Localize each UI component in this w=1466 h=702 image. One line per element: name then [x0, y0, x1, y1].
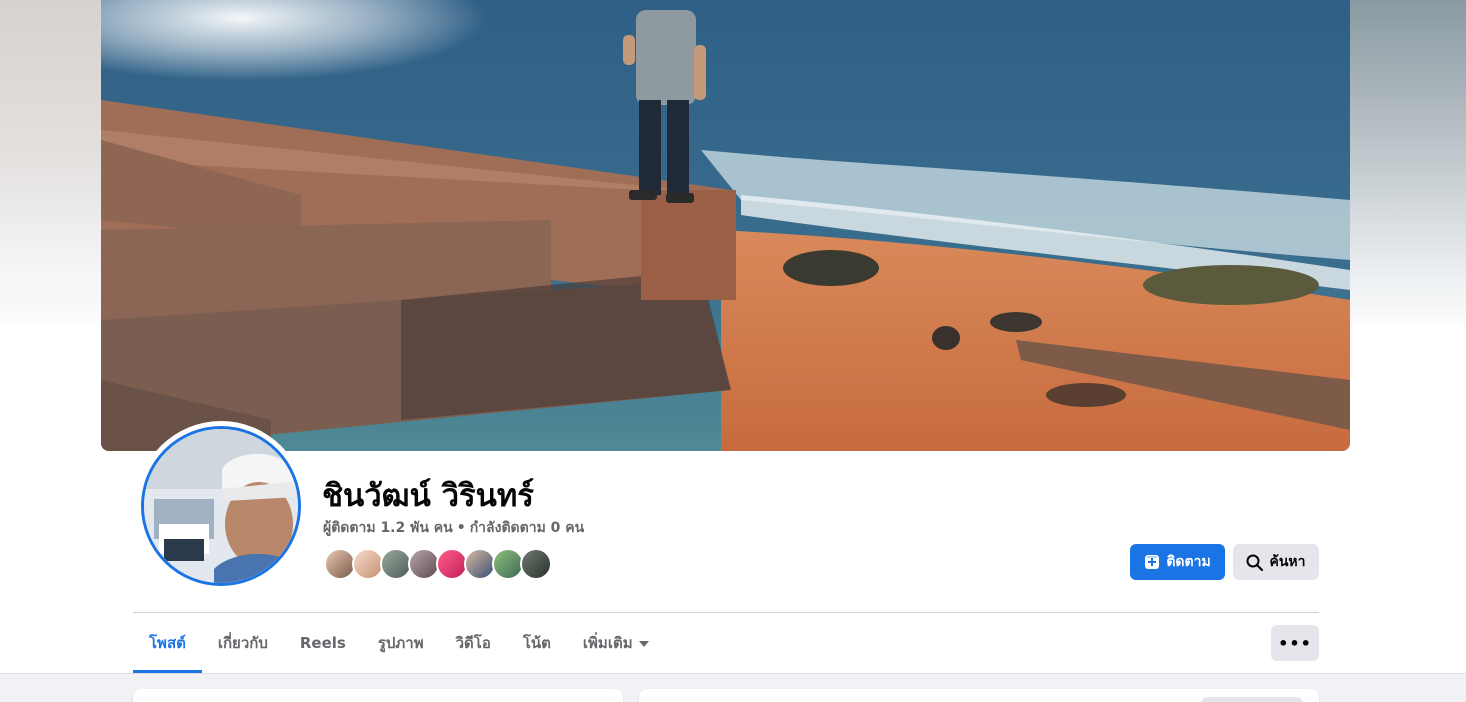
cover-photo-image: [101, 0, 1350, 451]
avatar-image: [144, 429, 298, 583]
tab-posts[interactable]: โพสต์: [133, 613, 202, 673]
cover-blur-left: [0, 0, 101, 330]
profile-picture[interactable]: [136, 421, 306, 591]
tab-more[interactable]: เพิ่มเติม: [567, 613, 665, 673]
tab-label: วิดีโอ: [455, 634, 491, 652]
search-button[interactable]: ค้นหา: [1233, 544, 1319, 580]
tab-label: เพิ่มเติม: [582, 634, 633, 652]
profile-avatar: [141, 426, 301, 586]
search-icon: [1246, 554, 1264, 571]
follow-button-label: ติดตาม: [1166, 554, 1211, 570]
follow-plus-icon: [1144, 554, 1160, 570]
profile-name: ชินวัฒน์ วิรินทร์: [322, 478, 534, 514]
follow-stats: ผู้ติดตาม 1.2 พัน คน • กำลังติดตาม 0 คน: [323, 517, 584, 539]
profile-page: ชินวัฒน์ วิรินทร์ ผู้ติดตาม 1.2 พัน คน • ก…: [0, 0, 1466, 702]
more-dots-icon: •••: [1278, 633, 1312, 653]
posts-card: [639, 689, 1319, 702]
cover-photo[interactable]: [101, 0, 1350, 451]
tab-label: โพสต์: [149, 634, 186, 652]
search-button-label: ค้นหา: [1269, 554, 1306, 570]
caret-down-icon: [638, 637, 649, 650]
posts-card-filter-button[interactable]: [1201, 697, 1303, 702]
tab-notes[interactable]: โน้ต: [507, 613, 567, 673]
more-options-button[interactable]: •••: [1271, 625, 1319, 661]
tab-reels[interactable]: Reels: [284, 613, 362, 673]
tab-label: เกี่ยวกับ: [217, 634, 268, 652]
cover-blur-right: [1350, 0, 1466, 330]
tab-label: รูปภาพ: [377, 634, 424, 652]
stats-separator: •: [456, 520, 466, 536]
tab-about[interactable]: เกี่ยวกับ: [202, 613, 284, 673]
follow-button[interactable]: ติดตาม: [1130, 544, 1225, 580]
tab-label: โน้ต: [522, 634, 551, 652]
tab-videos[interactable]: วิดีโอ: [440, 613, 507, 673]
profile-tabs: โพสต์ เกี่ยวกับ Reels รูปภาพ วิดีโอ โน้ต…: [133, 613, 665, 673]
follower-avatar-8[interactable]: [520, 548, 552, 580]
intro-card: [133, 689, 623, 702]
following-count[interactable]: กำลังติดตาม 0 คน: [470, 520, 585, 536]
followers-count[interactable]: ผู้ติดตาม 1.2 พัน คน: [323, 520, 453, 536]
follower-faces: [324, 548, 552, 580]
tab-photos[interactable]: รูปภาพ: [362, 613, 440, 673]
tab-label: Reels: [299, 634, 346, 652]
